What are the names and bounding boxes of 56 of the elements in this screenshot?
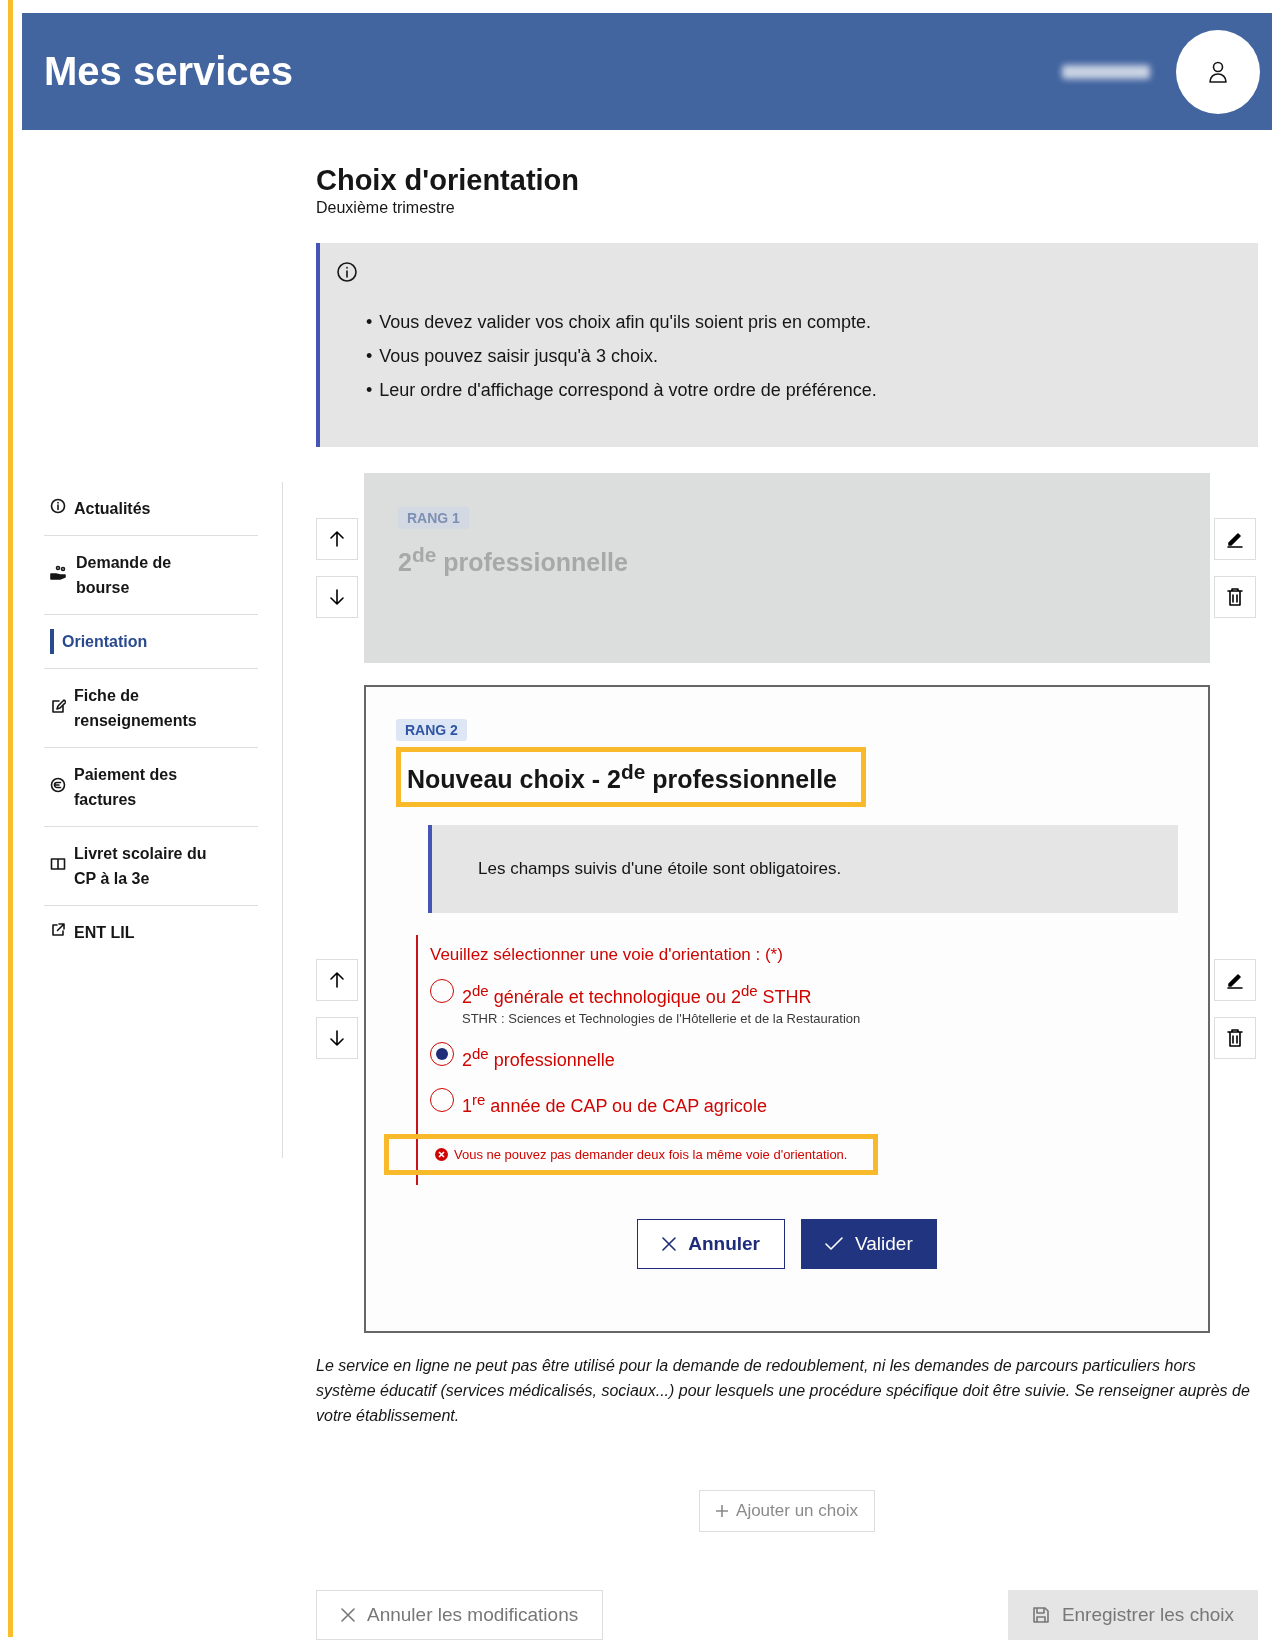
info-text: Leur ordre d'affichage correspond à votre ordre de préférence. xyxy=(379,379,877,402)
close-icon xyxy=(662,1237,677,1252)
radio-label: 1$^{re}$ année de CAP ou de CAP agricole xyxy=(462,1090,767,1119)
rank-badge: RANG 2 xyxy=(396,719,467,741)
error-icon xyxy=(435,1148,448,1162)
user-icon xyxy=(1207,59,1229,84)
info-text: Vous devez valider vos choix afin qu'ils soient pris en compte. xyxy=(379,311,871,334)
info-icon xyxy=(336,261,358,283)
sidebar-item[interactable]: Orientation xyxy=(44,615,258,669)
app-title: Mes services xyxy=(44,49,295,94)
delete-button[interactable] xyxy=(1214,1017,1256,1060)
move-up-button[interactable] xyxy=(316,959,358,1002)
sidebar-item[interactable]: Fiche de renseignements xyxy=(44,669,258,748)
validate-button[interactable]: Valider xyxy=(801,1219,937,1270)
sidebar-item[interactable]: Actualités xyxy=(44,482,258,536)
sidebar-item[interactable]: Paiement des factures xyxy=(44,748,258,827)
book-icon xyxy=(50,855,66,872)
choice-title: Nouveau choix - 2$^{de}$ professionnelle xyxy=(396,747,866,808)
close-icon xyxy=(341,1608,355,1623)
plus-icon xyxy=(716,1505,729,1518)
external-link-icon xyxy=(50,922,66,938)
info-text: Vous pouvez saisir jusqu'à 3 choix. xyxy=(379,345,658,368)
edit-button[interactable] xyxy=(1214,518,1256,560)
bullet: • xyxy=(366,311,373,334)
move-down-button[interactable] xyxy=(316,576,358,618)
cancel-button[interactable]: Annuler xyxy=(637,1219,785,1270)
disclaimer-text: Le service en ligne ne peut pas être utilisé pour la demande de redoublement, ni les demandes de parcours particuliers hors système éducatif (services médicalisés, sociaux...) pour lesquels une procédure spécifique doit être suivie. Se renseigner auprès de votre établissement. xyxy=(316,1356,1251,1427)
arrow-down-icon xyxy=(329,588,345,606)
radio-label: 2$^{de}$ générale et technologique ou 2$^{de}$ STHR xyxy=(462,981,813,1010)
rank-badge: RANG 1 xyxy=(398,507,469,529)
sidebar-item[interactable]: ENT LIL xyxy=(44,906,258,959)
hand-icon xyxy=(50,564,68,581)
delete-button[interactable] xyxy=(1214,576,1256,618)
arrow-up-icon xyxy=(329,971,345,990)
page-subtitle: Deuxième trimestre xyxy=(316,199,456,217)
trash-icon xyxy=(1226,587,1244,607)
notice-text: Les champs suivis d'une étoile sont obligatoires. xyxy=(428,825,1178,914)
arrow-up-icon xyxy=(329,530,345,548)
field-label: Veuillez sélectionner une voie d'orientation : (*) xyxy=(430,945,784,966)
coin-icon xyxy=(50,776,66,793)
edit-icon xyxy=(50,697,66,714)
sidebar-item[interactable]: Livret scolaire du CP à la 3e xyxy=(44,827,258,906)
arrow-down-icon xyxy=(329,1029,345,1048)
radio-label: 2$^{de}$ professionnelle xyxy=(462,1044,615,1073)
hint-text: STHR : Sciences et Technologies de l'Hôtellerie et de la Restauration xyxy=(462,1011,861,1027)
sidebar-item[interactable]: Demande de bourse xyxy=(44,536,258,615)
error-message: Vous ne pouvez pas demander deux fois la même voie d'orientation. xyxy=(384,1134,879,1176)
move-down-button[interactable] xyxy=(316,1017,358,1060)
bullet: • xyxy=(366,379,373,402)
info-icon xyxy=(50,498,66,514)
page-title: Choix d'orientation xyxy=(316,164,581,197)
move-up-button[interactable] xyxy=(316,518,358,560)
bullet: • xyxy=(366,345,373,368)
trash-icon xyxy=(1226,1028,1244,1049)
check-icon xyxy=(825,1237,843,1252)
edit-button[interactable] xyxy=(1214,959,1256,1002)
